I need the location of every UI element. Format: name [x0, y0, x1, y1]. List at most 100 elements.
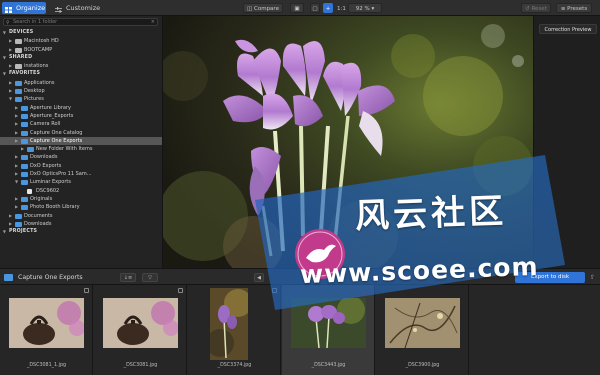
prev-button[interactable]: ◀	[254, 273, 264, 282]
sidebar-item[interactable]: ▼ Pictures	[0, 95, 162, 103]
chevron-down-icon[interactable]: ▼	[2, 228, 7, 236]
section-header[interactable]: ▼ SHARED	[0, 54, 162, 62]
chevron-right-icon[interactable]: ▶	[14, 112, 19, 120]
presets-button[interactable]: ≡ Presets	[556, 3, 592, 13]
sidebar-item-label: Capture One Catalog	[30, 129, 83, 136]
chevron-right-icon[interactable]: ▶	[14, 104, 19, 112]
sidebar-item[interactable]: ▶ Capture One Exports	[0, 136, 162, 146]
right-panel: Correction Preview	[533, 16, 600, 268]
chevron-right-icon[interactable]: ▶	[14, 170, 19, 178]
folder-icon	[15, 221, 22, 227]
sidebar-item[interactable]: ▶ Macintosh HD	[0, 37, 162, 45]
sidebar-item[interactable]: ▶ DxO Exports	[0, 162, 162, 170]
chevron-down-icon[interactable]: ▼	[14, 178, 19, 186]
view-mode-button[interactable]: ▣	[290, 3, 304, 13]
chevron-right-icon[interactable]: ▶	[14, 162, 19, 170]
sidebar-item[interactable]: ▶ Capture One Catalog	[0, 129, 162, 137]
file-icon	[27, 188, 32, 194]
section-header[interactable]: ▼ PROJECTS	[0, 228, 162, 236]
zoom-in-button[interactable]: +	[323, 3, 333, 13]
folder-icon	[21, 196, 28, 202]
sidebar-item[interactable]: ▶ Originals	[0, 195, 162, 203]
chevron-right-icon[interactable]: ▶	[14, 129, 19, 137]
sidebar-item[interactable]: ▼ Luminar Exports	[0, 178, 162, 186]
thumbnail-image	[291, 298, 366, 348]
sidebar-item[interactable]: ▶ Aperture Library	[0, 104, 162, 112]
chevron-right-icon[interactable]: ▶	[14, 203, 19, 211]
compare-button[interactable]: ◫ Compare	[243, 3, 283, 13]
sidebar-item-label: DEVICES	[9, 30, 34, 35]
chevron-right-icon[interactable]: ▶	[8, 62, 13, 70]
sidebar-item[interactable]: ▶ Aperture_Exports	[0, 112, 162, 120]
chevron-right-icon[interactable]: ▶	[14, 137, 19, 145]
sidebar-item[interactable]: ▶ instations	[0, 62, 162, 70]
thumbnail-item[interactable]: _DSC3900.jpg	[376, 285, 469, 375]
sidebar-item[interactable]: ▶ Downloads	[0, 153, 162, 161]
folder-icon	[15, 213, 22, 219]
section-header[interactable]: ▼ FAVORITES	[0, 70, 162, 78]
chevron-down-icon[interactable]: ▼	[8, 95, 13, 103]
sidebar-item[interactable]: DSC9602	[0, 187, 162, 195]
sidebar-item[interactable]: ▶ BOOTCAMP	[0, 46, 162, 54]
presets-label: Presets	[567, 6, 588, 12]
folder-icon	[15, 89, 22, 95]
prev-icon: ◀	[257, 275, 261, 281]
sidebar-item-label: Downloads	[24, 220, 52, 227]
share-icon[interactable]: ⇧	[588, 273, 597, 282]
chevron-right-icon[interactable]: ▶	[14, 120, 19, 128]
sidebar-item-label: Camera Roll	[30, 121, 61, 128]
zoom-one-to-one-button[interactable]: 1:1	[336, 3, 346, 13]
sidebar-item[interactable]: ▶ DxO OpticsPro 11 Sam...	[0, 170, 162, 178]
chevron-right-icon[interactable]: ▶	[14, 153, 19, 161]
sidebar-item[interactable]: ▶ Photo Booth Library	[0, 203, 162, 211]
thumbnail-item[interactable]: _DSC3081_1.jpg	[0, 285, 93, 375]
search-icon: ⚲	[6, 20, 10, 26]
chevron-right-icon[interactable]: ▶	[20, 145, 25, 153]
thumbnail-item[interactable]: _DSC3374.jpg	[188, 285, 281, 375]
tab-customize[interactable]: Customize	[52, 2, 100, 14]
folder-icon	[15, 80, 22, 86]
correction-preview-label: Correction Preview	[544, 27, 592, 33]
chevron-right-icon[interactable]: ▶	[8, 46, 13, 54]
fit-button[interactable]: ▢	[310, 3, 320, 13]
sidebar-item[interactable]: ▶ New Folder With Items	[0, 145, 162, 153]
chevron-right-icon[interactable]: ▶	[8, 37, 13, 45]
folder-icon	[27, 147, 34, 153]
sidebar-item[interactable]: ▶ Desktop	[0, 87, 162, 95]
sidebar-item[interactable]: ▶ Applications	[0, 79, 162, 87]
chevron-down-icon[interactable]: ▼	[2, 29, 7, 37]
thumbnail-name: _DSC3900.jpg	[405, 363, 440, 368]
reset-button[interactable]: ↺ Reset	[521, 3, 551, 13]
thumbnail-item[interactable]: _DSC3081.jpg	[94, 285, 187, 375]
chevron-right-icon[interactable]: ▶	[14, 195, 19, 203]
sort-button[interactable]: ↓≡	[120, 273, 136, 282]
thumbnail-image	[210, 288, 248, 360]
thumbnail-image	[103, 298, 178, 348]
sidebar-item-label: DxO OpticsPro 11 Sam...	[30, 171, 92, 178]
chevron-right-icon[interactable]: ▶	[8, 79, 13, 87]
section-header[interactable]: ▼ DEVICES	[0, 29, 162, 37]
correction-preview-button[interactable]: Correction Preview	[539, 24, 597, 34]
sidebar-item[interactable]: ▶ Downloads	[0, 220, 162, 228]
disk-icon	[15, 47, 22, 53]
badge-icon	[272, 288, 277, 293]
zoom-one-to-one-label: 1:1	[337, 6, 346, 12]
clear-icon[interactable]: ×	[151, 19, 155, 25]
chevron-right-icon[interactable]: ▶	[8, 220, 13, 228]
thumbnail-name: _DSC3443.jpg	[311, 363, 346, 368]
sidebar-item-label: Applications	[24, 79, 55, 86]
tab-organize[interactable]: Organize	[2, 2, 46, 14]
folder-icon	[21, 180, 28, 186]
chevron-right-icon[interactable]: ▶	[8, 212, 13, 220]
chevron-down-icon[interactable]: ▼	[2, 70, 7, 78]
sidebar-item[interactable]: ▶ Documents	[0, 212, 162, 220]
thumbnail-item[interactable]: _DSC3443.jpg	[282, 285, 375, 375]
chevron-right-icon[interactable]: ▶	[8, 87, 13, 95]
filter-button[interactable]: ▽	[142, 273, 158, 282]
sidebar-item[interactable]: ▶ Camera Roll	[0, 120, 162, 128]
folder-icon	[21, 113, 28, 119]
zoom-select[interactable]: 92 % ▾	[348, 3, 382, 13]
filter-icon: ▽	[148, 275, 152, 281]
search-input[interactable]	[13, 19, 153, 25]
chevron-down-icon[interactable]: ▼	[2, 54, 7, 62]
